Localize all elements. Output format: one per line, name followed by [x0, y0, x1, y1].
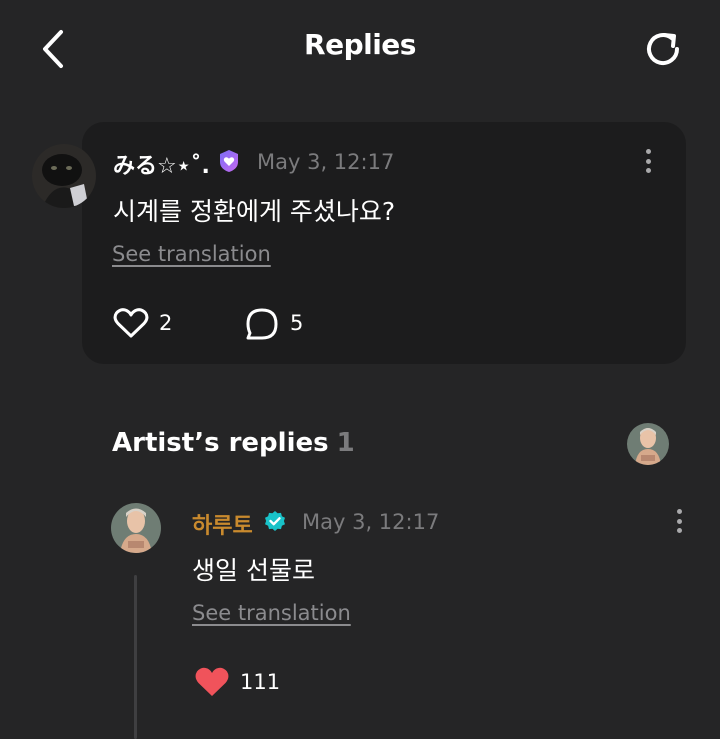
comment-timestamp: May 3, 12:17: [257, 150, 395, 174]
comment-reply-count: 5: [290, 311, 304, 335]
artist-replies-count: 1: [336, 428, 355, 458]
thread-line: [134, 575, 137, 739]
reply-like-count: 111: [240, 670, 281, 694]
comment-like-button[interactable]: [112, 306, 150, 340]
reply-see-translation-link[interactable]: See translation: [192, 601, 351, 625]
refresh-button[interactable]: [638, 24, 688, 74]
artist-replies-title: Artist’s replies: [112, 428, 329, 458]
comment-text: 시계를 정환에게 주셨나요?: [113, 197, 396, 226]
avatar[interactable]: [32, 144, 96, 208]
heart-badge-icon: [217, 149, 241, 173]
heart-outline-icon: [113, 308, 149, 338]
reply-timestamp: May 3, 12:17: [302, 510, 440, 534]
reply-username[interactable]: 하루토: [192, 508, 253, 540]
reply-more-button[interactable]: [667, 504, 691, 538]
artist-replies-heading: Artist’s replies 1: [112, 428, 355, 458]
refresh-icon: [647, 33, 679, 65]
verified-badge-icon: [263, 510, 287, 534]
comment-more-button[interactable]: [636, 144, 660, 178]
artist-avatar-small[interactable]: [627, 423, 669, 465]
comment-reply-button[interactable]: [244, 306, 280, 342]
comment-username[interactable]: みる☆⋆˚.: [113, 148, 210, 180]
page-title: Replies: [304, 28, 416, 61]
speech-bubble-icon: [246, 308, 278, 340]
comment-like-count: 2: [159, 311, 173, 335]
reply-like-button[interactable]: [193, 665, 231, 699]
reply-text: 생일 선물로: [192, 556, 315, 585]
comment-see-translation-link[interactable]: See translation: [112, 242, 271, 266]
heart-filled-icon: [195, 667, 229, 696]
artist-avatar[interactable]: [111, 503, 161, 553]
